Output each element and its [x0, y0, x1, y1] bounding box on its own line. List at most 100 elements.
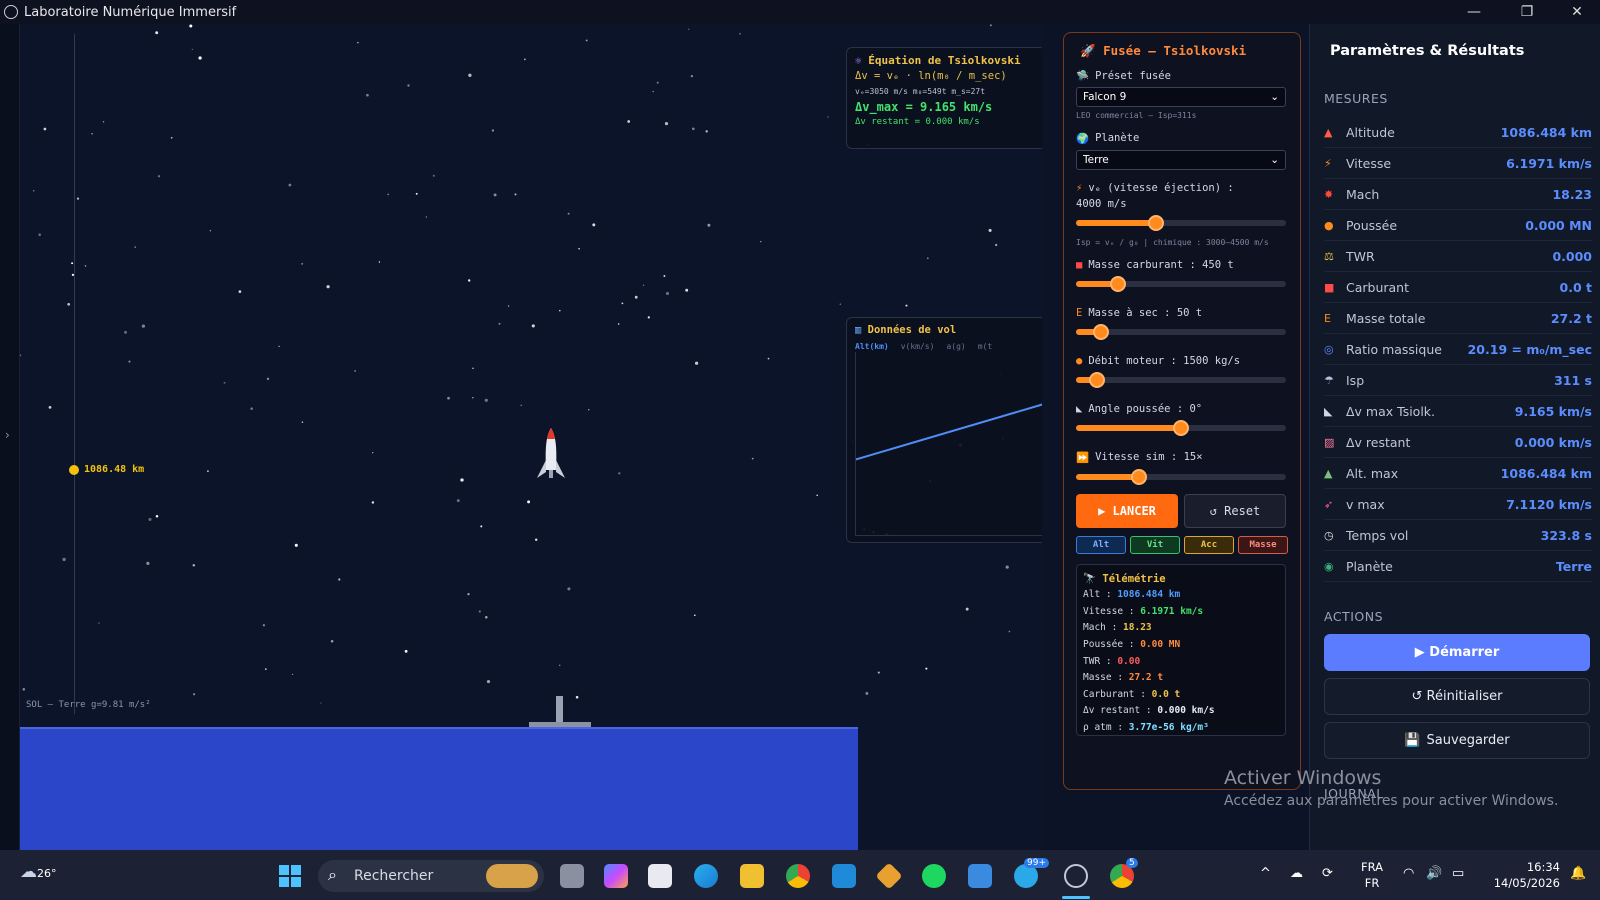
- task-view-icon[interactable]: [560, 864, 584, 888]
- measure-name: Poussée: [1346, 217, 1398, 233]
- volume-icon[interactable]: 🔊: [1426, 866, 1442, 881]
- star: [266, 377, 270, 381]
- ground-label: SOL — Terre g=9.81 m/s²: [26, 700, 151, 710]
- save-button[interactable]: 💾 Sauvegarder: [1324, 722, 1590, 759]
- chip-velocity[interactable]: Vit: [1130, 535, 1180, 554]
- notification-icon[interactable]: 🔔: [1570, 866, 1586, 881]
- fuel-slider[interactable]: [1076, 275, 1286, 292]
- battery-icon[interactable]: ▭: [1452, 866, 1464, 881]
- language-secondary: FR: [1364, 876, 1380, 890]
- star: [480, 525, 483, 528]
- star: [534, 538, 538, 542]
- star: [193, 693, 196, 696]
- measure-value: 311 s: [1554, 372, 1592, 388]
- edge-icon[interactable]: [694, 864, 718, 888]
- spotify-icon[interactable]: [922, 864, 946, 888]
- vscode-icon[interactable]: [832, 864, 856, 888]
- star: [618, 323, 620, 325]
- star: [209, 230, 212, 232]
- taskbar-search[interactable]: ⌕ Rechercher: [318, 860, 544, 892]
- language-indicator[interactable]: FRA FR: [1361, 859, 1383, 891]
- slider-handle[interactable]: [1110, 275, 1126, 292]
- fuel-label: Masse carburant : 450 t: [1088, 258, 1234, 271]
- star: [456, 499, 460, 503]
- start-menu-icon[interactable]: [278, 864, 302, 888]
- ufo-icon: 🛸: [1076, 70, 1090, 82]
- chevron-up-icon[interactable]: ^: [1260, 866, 1271, 881]
- maximize-button[interactable]: ❐: [1504, 0, 1550, 24]
- explorer-icon[interactable]: [740, 864, 764, 888]
- star: [988, 228, 992, 232]
- star: [472, 397, 474, 399]
- preset-select[interactable]: Falcon 9 ⌄: [1076, 87, 1286, 107]
- simulation-canvas[interactable]: 1086.48 km SOL — Terre g=9.81 m/s² ⚛ Équ…: [20, 24, 1042, 850]
- star: [250, 407, 253, 410]
- star: [559, 309, 561, 312]
- chip-mass[interactable]: Masse: [1238, 535, 1288, 554]
- dry-mass-slider[interactable]: [1076, 323, 1286, 340]
- star: [91, 133, 93, 135]
- chip-acceleration[interactable]: Acc: [1184, 535, 1234, 554]
- altitude-axis: [74, 34, 75, 714]
- star: [484, 398, 488, 402]
- launch-button[interactable]: ▶ LANCER: [1076, 493, 1178, 528]
- telemetry-value: 0.000 km/s: [1157, 705, 1215, 717]
- expand-chevron-icon[interactable]: ›: [5, 428, 10, 442]
- weather-widget[interactable]: ☁26°: [20, 862, 57, 882]
- left-collapse-strip[interactable]: ›: [0, 24, 20, 850]
- sim-speed-slider[interactable]: [1076, 468, 1286, 485]
- clock-time: 16:34: [1526, 860, 1560, 874]
- angle-slider[interactable]: [1076, 419, 1286, 436]
- star: [189, 24, 193, 28]
- ve-slider[interactable]: [1076, 214, 1286, 231]
- star: [407, 84, 410, 87]
- dry-mass-label: Masse à sec : 50 t: [1088, 306, 1203, 319]
- slider-handle[interactable]: [1147, 214, 1164, 231]
- star: [491, 129, 495, 132]
- store-icon[interactable]: [648, 864, 672, 888]
- chrome-icon[interactable]: [786, 864, 810, 888]
- clock[interactable]: 16:34 14/05/2026: [1488, 859, 1560, 891]
- reset-button[interactable]: ↺ Reset: [1184, 493, 1286, 528]
- ve-subtitle: Isp = vₑ / g₀ | chimique : 3000–4500 m/s: [1076, 237, 1269, 247]
- star: [447, 396, 450, 400]
- sync-icon[interactable]: ⟳: [1322, 866, 1333, 881]
- star: [32, 190, 35, 192]
- chip-altitude[interactable]: Alt: [1076, 535, 1126, 554]
- telemetry-value: 1086.484 km: [1117, 589, 1181, 601]
- slider-handle[interactable]: [1093, 323, 1110, 340]
- start-button[interactable]: ▶ Démarrer: [1324, 634, 1590, 671]
- wifi-icon[interactable]: ◠: [1403, 866, 1414, 881]
- slider-handle[interactable]: [1089, 371, 1105, 388]
- star: [48, 406, 52, 409]
- minimize-button[interactable]: —: [1451, 0, 1497, 24]
- flow-slider[interactable]: [1076, 371, 1286, 388]
- star: [198, 56, 202, 60]
- atom-icon: ⚛: [855, 54, 862, 67]
- measure-row: ■ Carburant 0.0 t: [1324, 272, 1592, 303]
- copilot-icon[interactable]: [604, 864, 628, 888]
- measure-icon: ●: [1324, 218, 1334, 232]
- tab-altitude[interactable]: Alt(km): [855, 342, 889, 351]
- tab-mass[interactable]: m(t: [978, 342, 992, 351]
- notepad-icon[interactable]: [968, 864, 992, 888]
- onedrive-icon[interactable]: ☁: [1290, 866, 1303, 881]
- star: [38, 233, 41, 236]
- reinitialize-button[interactable]: ↺ Réinitialiser: [1324, 678, 1590, 715]
- star: [693, 614, 696, 617]
- telemetry-row: Mach : 18.23: [1083, 620, 1279, 637]
- telemetry-key: TWR :: [1083, 655, 1118, 667]
- planet-select[interactable]: Terre ⌄: [1076, 149, 1286, 170]
- star: [415, 192, 418, 195]
- slider-handle[interactable]: [1131, 468, 1147, 485]
- measure-icon: ⚖: [1324, 249, 1334, 263]
- floppy-icon: 💾: [1404, 733, 1421, 748]
- tab-acceleration[interactable]: a(g): [946, 342, 965, 351]
- star: [642, 284, 645, 286]
- lab-app-icon[interactable]: [1064, 864, 1088, 888]
- tab-velocity[interactable]: v(km/s): [901, 342, 935, 351]
- slider-handle[interactable]: [1173, 419, 1189, 436]
- measure-row: E Masse totale 27.2 t: [1324, 303, 1592, 334]
- telemetry-row: Carburant : 0.0 t: [1083, 687, 1279, 704]
- close-button[interactable]: ✕: [1554, 0, 1600, 24]
